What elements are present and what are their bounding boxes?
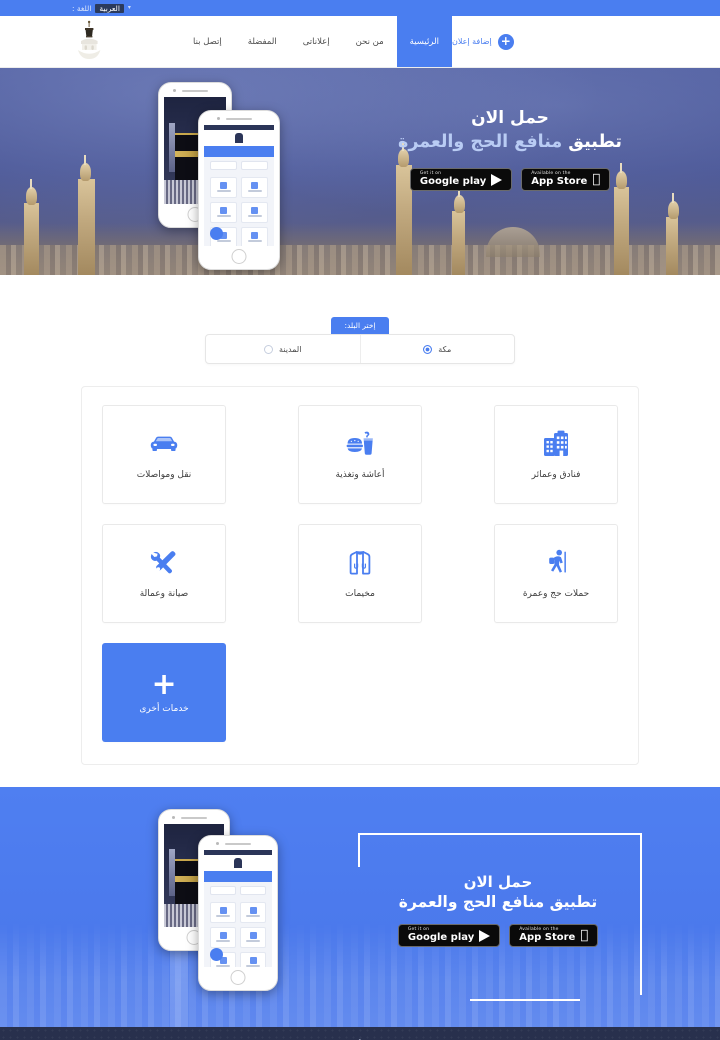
service-card-other-services-label: خدمات أخرى: [139, 703, 189, 714]
service-card-camps[interactable]: مخيمات: [298, 524, 422, 623]
top-language-bar: ▾ العربية اللغة :: [0, 0, 720, 16]
pilgrim-hiker-icon: [549, 549, 566, 573]
chevron-down-icon: ▾: [127, 4, 131, 11]
city-option-makkah[interactable]: مكة: [361, 335, 515, 363]
food-drink-icon: [346, 431, 373, 455]
hero-store-buttons:  Available on the App Store Get it on G…: [360, 168, 660, 191]
phone-screen-app: [204, 125, 274, 246]
service-card-catering[interactable]: أعاشة وتغذية: [298, 405, 422, 504]
language-value: العربية: [95, 3, 124, 13]
hero-banner: حمل الان تطبيق منافع الحج والعمرة  Avai…: [0, 68, 720, 275]
services-row-3: + خدمات أخرى: [102, 643, 618, 742]
language-switcher[interactable]: ▾ العربية اللغة :: [72, 3, 133, 13]
promo-copy: حمل الان تطبيق منافع الحج والعمرة  Avai…: [388, 873, 608, 947]
promo-subheadline: تطبيق منافع الحج والعمرة: [398, 893, 598, 911]
add-ad-button[interactable]: + إضافة إعلان: [452, 16, 538, 67]
grid-spacer: [298, 643, 422, 742]
add-ad-label: إضافة إعلان: [451, 37, 492, 46]
service-card-catering-label: أعاشة وتغذية: [335, 469, 385, 480]
service-card-transport-label: نقل ومواصلات: [136, 469, 192, 480]
hero-phone-mockups: [0, 68, 300, 275]
service-card-hotels-label: فنادق وعمائر: [531, 469, 581, 480]
nav-item-contact[interactable]: إتصل بنا: [180, 16, 235, 67]
apple-icon: : [580, 929, 588, 942]
phone-screen-app: [204, 850, 272, 967]
app-store-main: App Store: [519, 931, 580, 943]
nav-item-home[interactable]: الرئيسية: [396, 16, 452, 67]
plus-icon: +: [497, 33, 514, 50]
hero-headline: حمل الان: [471, 108, 549, 128]
vest-icon: [349, 550, 371, 574]
radio-makkah[interactable]: [423, 344, 433, 354]
service-card-transport[interactable]: نقل ومواصلات: [102, 405, 226, 504]
plus-icon: +: [151, 666, 177, 702]
service-card-other-services[interactable]: + خدمات أخرى: [102, 643, 226, 742]
promo-headline: حمل الان: [463, 873, 533, 891]
tools-icon: [150, 550, 176, 573]
city-selector-box: مكة المدينة: [205, 334, 515, 364]
city-option-makkah-label: مكة: [438, 344, 452, 354]
site-header: الرئيسية من نحن إعلاناتى المفضلة إتصل بن…: [0, 16, 720, 68]
hero-copy: حمل الان تطبيق منافع الحج والعمرة  Avai…: [360, 108, 660, 191]
promo-banner: حمل الان تطبيق منافع الحج والعمرة  Avai…: [0, 787, 720, 1027]
play-triangle-icon: [479, 929, 491, 942]
phone-mockup-front: [198, 110, 280, 270]
nav-item-about[interactable]: من نحن: [343, 16, 397, 67]
nav-item-my-ads[interactable]: إعلاناتى: [290, 16, 343, 67]
services-grid: فنادق وعمائر أعاشة وتغذية نقل ومواصلات ح…: [81, 386, 639, 765]
service-card-maintenance[interactable]: صيانة وعمالة: [102, 524, 226, 623]
city-option-madinah[interactable]: المدينة: [206, 335, 361, 363]
service-card-maintenance-label: صيانة وعمالة: [139, 588, 189, 599]
service-card-campaigns[interactable]: حملات حج وعمرة: [494, 524, 618, 623]
city-option-madinah-label: المدينة: [279, 344, 302, 354]
play-triangle-icon: [491, 173, 503, 186]
service-card-hotels[interactable]: فنادق وعمائر: [494, 405, 618, 504]
google-play-button[interactable]: Get it on Google play: [397, 924, 501, 947]
promo-decorative-underline: [470, 999, 580, 1001]
buildings-icon: [544, 430, 568, 456]
language-label: اللغة :: [72, 3, 92, 13]
google-play-main: Google play: [408, 931, 479, 943]
phone-mockup-front: [198, 835, 278, 991]
nav-item-favorites[interactable]: المفضلة: [235, 16, 290, 67]
hero-subheadline: تطبيق منافع الحج والعمرة: [360, 132, 660, 152]
service-card-campaigns-label: حملات حج وعمرة: [522, 588, 590, 599]
google-play-button[interactable]: Get it on Google play: [409, 168, 513, 191]
main-navigation: الرئيسية من نحن إعلاناتى المفضلة إتصل بن…: [180, 16, 452, 67]
city-selector-section: إختر البلد: مكة المدينة: [0, 275, 720, 364]
app-store-button[interactable]:  Available on the App Store: [509, 924, 599, 947]
decorative-minaret: [452, 187, 465, 275]
radio-madinah[interactable]: [264, 344, 274, 354]
city-selector-tab: إختر البلد:: [331, 317, 389, 334]
mosque-logo-icon: [78, 20, 101, 59]
services-row-1: فنادق وعمائر أعاشة وتغذية نقل ومواصلات: [102, 405, 618, 504]
car-icon: [150, 436, 178, 451]
app-store-main: App Store: [531, 175, 592, 187]
apple-icon: : [592, 173, 600, 186]
decorative-minaret: [666, 193, 679, 275]
service-card-camps-label: مخيمات: [345, 588, 375, 599]
services-row-2: حملات حج وعمرة مخيمات صيانة وعمالة: [102, 524, 618, 623]
decorative-minaret: [614, 163, 629, 275]
app-store-button[interactable]:  Available on the App Store: [521, 168, 611, 191]
google-play-main: Google play: [420, 175, 491, 187]
site-logo[interactable]: [0, 16, 180, 67]
promo-store-buttons:  Available on the App Store Get it on G…: [388, 924, 608, 947]
hero-sub-prefix: تطبيق: [562, 132, 622, 152]
promo-phone-mockups: [0, 787, 300, 994]
page-root: ▾ العربية اللغة : الرئيسية من نحن إعلانا…: [0, 0, 720, 1040]
hero-sub-highlight: منافع الحج والعمرة: [398, 132, 563, 152]
grid-spacer: [494, 643, 618, 742]
site-footer: جميع الحقوق محفوظة لـ منافع الحج والعمرة…: [0, 1027, 720, 1040]
